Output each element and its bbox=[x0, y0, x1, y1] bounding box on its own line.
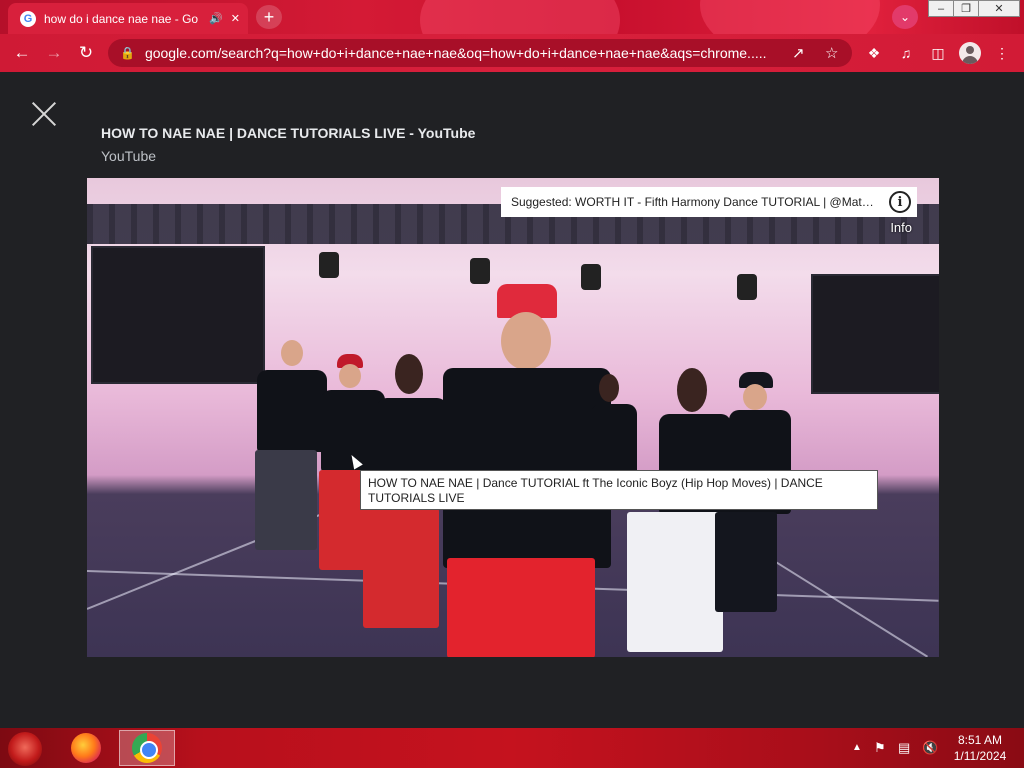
browser-toolbar: ← → ↻ 🔒 google.com/search?q=how+do+i+dan… bbox=[0, 34, 1024, 72]
sidepanel-icon[interactable]: ◫ bbox=[927, 43, 949, 63]
reload-icon[interactable]: ↻ bbox=[74, 42, 98, 64]
stage-light bbox=[581, 264, 601, 290]
stage-light bbox=[319, 252, 339, 278]
volume-muted-icon[interactable]: 🔇 bbox=[922, 740, 938, 756]
stage-light bbox=[470, 258, 490, 284]
video-source[interactable]: YouTube bbox=[101, 148, 156, 164]
taskbar-chrome[interactable] bbox=[119, 730, 175, 766]
lock-icon[interactable]: 🔒 bbox=[120, 46, 135, 60]
info-label[interactable]: Info bbox=[890, 220, 912, 235]
address-bar[interactable]: 🔒 google.com/search?q=how+do+i+dance+nae… bbox=[108, 39, 852, 67]
forward-icon[interactable]: → bbox=[42, 42, 66, 64]
start-button-icon[interactable] bbox=[8, 732, 42, 766]
tab-strip: G how do i dance nae nae - Go 🔊 ✕ + ⌄ ‒ … bbox=[0, 0, 1024, 34]
taskbar-firefox[interactable] bbox=[58, 730, 114, 766]
suggested-video-text: Suggested: WORTH IT - Fifth Harmony Danc… bbox=[511, 195, 877, 209]
bookmark-star-icon[interactable]: ☆ bbox=[825, 44, 838, 62]
speaker-icon[interactable]: 🔊 bbox=[209, 12, 223, 25]
clock-date: 1/11/2024 bbox=[953, 749, 1007, 763]
stage-screen-left bbox=[91, 246, 265, 384]
info-icon[interactable]: i bbox=[889, 191, 911, 213]
firefox-icon bbox=[71, 733, 101, 763]
network-icon[interactable]: ▤ bbox=[898, 740, 910, 756]
menu-icon[interactable]: ⋮ bbox=[991, 43, 1013, 63]
minimize-button[interactable]: ‒ bbox=[928, 0, 954, 17]
stage-screen-right bbox=[811, 274, 939, 394]
video-player[interactable]: Suggested: WORTH IT - Fifth Harmony Danc… bbox=[87, 178, 939, 657]
windows-taskbar: ▲ ⚑ ▤ 🔇 8:51 AM 1/11/2024 bbox=[0, 728, 1024, 768]
new-tab-button[interactable]: + bbox=[256, 5, 282, 29]
flag-icon[interactable]: ⚑ bbox=[874, 740, 886, 756]
maximize-button[interactable]: ❐ bbox=[953, 0, 979, 17]
close-viewer-icon[interactable] bbox=[30, 100, 58, 128]
video-tooltip: HOW TO NAE NAE | Dance TUTORIAL ft The I… bbox=[360, 470, 878, 510]
address-url: google.com/search?q=how+do+i+dance+nae+n… bbox=[144, 45, 767, 61]
chrome-icon bbox=[132, 733, 162, 763]
extensions-icon[interactable]: ❖ bbox=[863, 43, 885, 63]
stage-light bbox=[737, 274, 757, 300]
browser-tab[interactable]: G how do i dance nae nae - Go 🔊 ✕ bbox=[8, 3, 248, 34]
show-hidden-icon[interactable]: ▲ bbox=[852, 742, 862, 753]
back-icon[interactable]: ← bbox=[10, 42, 34, 64]
close-tab-icon[interactable]: ✕ bbox=[231, 12, 240, 25]
media-icon[interactable]: ♫ bbox=[895, 43, 917, 63]
profile-avatar-icon[interactable] bbox=[959, 42, 981, 64]
theme-decoration bbox=[700, 0, 880, 34]
theme-decoration bbox=[420, 0, 620, 34]
image-viewer-overlay: HOW TO NAE NAE | DANCE TUTORIALS LIVE - … bbox=[0, 72, 1024, 728]
window-close-button[interactable]: ✕ bbox=[978, 0, 1020, 17]
system-clock[interactable]: 8:51 AM 1/11/2024 bbox=[948, 732, 1012, 764]
tab-title: how do i dance nae nae - Go bbox=[44, 11, 199, 26]
clock-time: 8:51 AM bbox=[957, 733, 1003, 747]
suggested-video-card[interactable]: Suggested: WORTH IT - Fifth Harmony Danc… bbox=[501, 187, 917, 217]
video-title[interactable]: HOW TO NAE NAE | DANCE TUTORIALS LIVE - … bbox=[101, 125, 475, 141]
share-icon[interactable]: ↗ bbox=[792, 44, 805, 62]
tab-search-chevron-down-icon[interactable]: ⌄ bbox=[892, 5, 918, 29]
google-favicon-icon: G bbox=[20, 10, 36, 27]
